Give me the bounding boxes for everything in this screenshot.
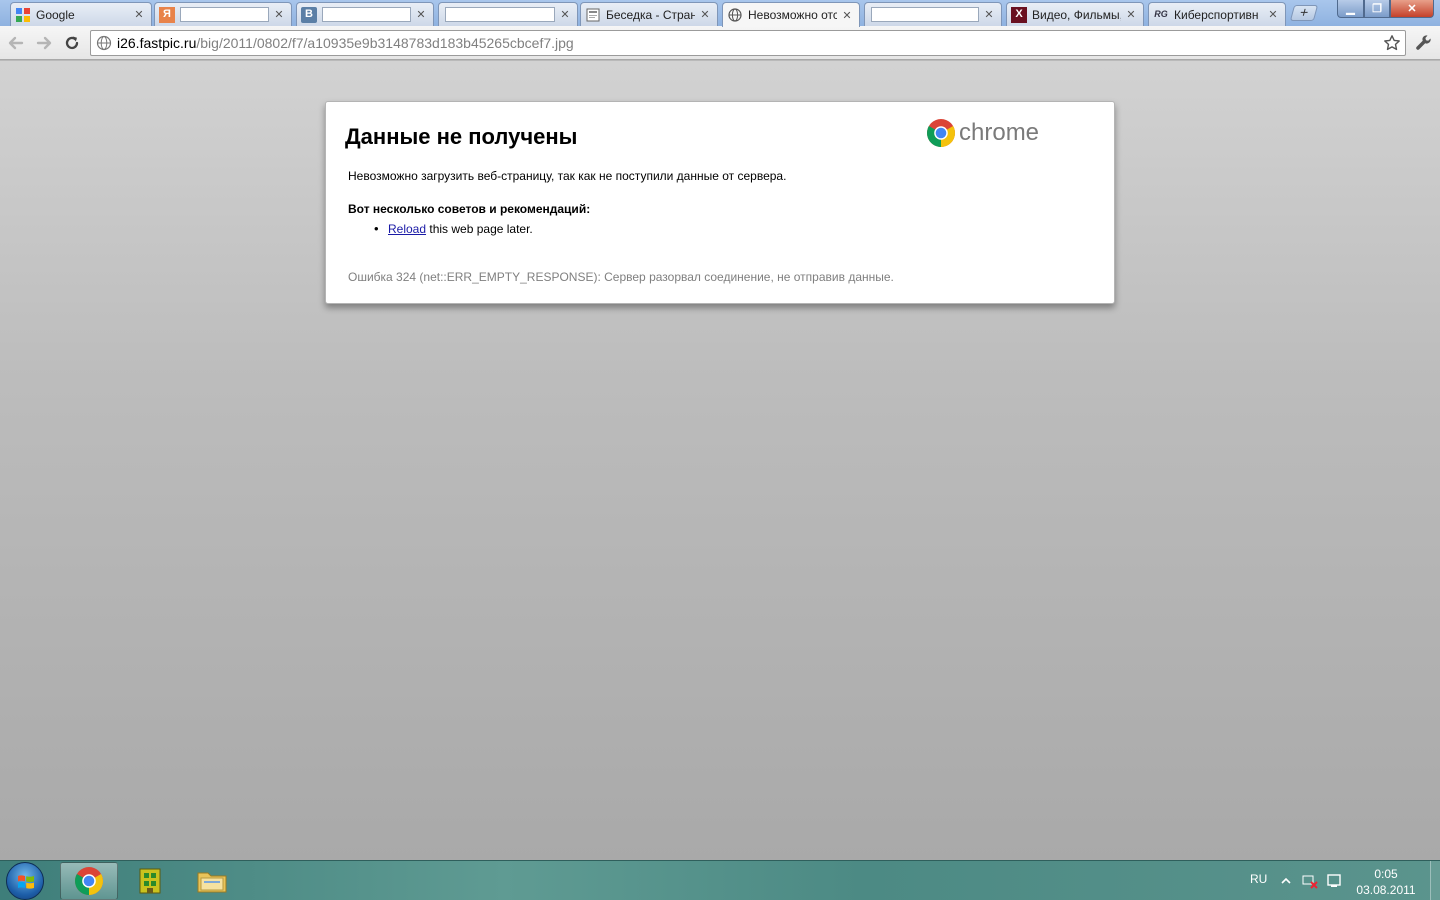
reload-link[interactable]: Reload	[388, 222, 426, 236]
folder-icon	[197, 872, 227, 893]
tab-video[interactable]: X Видео, Фильмы, ✕	[1006, 2, 1144, 26]
taskbar-app-button[interactable]	[121, 862, 179, 900]
yandex-favicon-icon: Я	[159, 6, 175, 23]
tab-close-icon[interactable]: ✕	[1267, 8, 1279, 21]
tips-heading: Вот несколько советов и рекомендаций:	[348, 202, 591, 216]
tab-close-icon[interactable]: ✕	[559, 8, 571, 21]
bookmark-star-icon[interactable]	[1383, 34, 1401, 52]
forward-arrow-icon	[36, 36, 52, 50]
vk-favicon-icon: B	[301, 6, 317, 23]
reload-button[interactable]	[60, 31, 84, 55]
tab-close-icon[interactable]: ✕	[1125, 8, 1137, 21]
window-controls: ▁ ❐ ✕	[1337, 0, 1434, 18]
taskbar-explorer-button[interactable]	[183, 862, 241, 900]
x-favicon-icon: X	[1011, 6, 1027, 23]
tab-yandex[interactable]: Я ✕	[154, 2, 292, 26]
globe-icon	[96, 35, 112, 51]
tab-title: Киберспортивн	[1174, 7, 1259, 22]
forward-button[interactable]	[32, 31, 56, 55]
redacted-tab-title	[322, 7, 411, 22]
error-description: Невозможно загрузить веб-страницу, так к…	[348, 169, 787, 183]
page-favicon-icon	[585, 7, 601, 23]
url-path: /big/2011/0802/f7/a10935e9b3148783d183b4…	[196, 35, 574, 51]
chrome-logo-icon	[927, 119, 955, 147]
tab-title: Невозможно отс	[748, 8, 837, 22]
back-arrow-icon	[8, 36, 24, 50]
google-favicon-icon	[15, 7, 31, 23]
tab-close-icon[interactable]: ✕	[133, 8, 145, 21]
minimize-button[interactable]: ▁	[1337, 0, 1364, 18]
tab-close-icon[interactable]: ✕	[983, 8, 995, 21]
error-code: Ошибка 324 (net::ERR_EMPTY_RESPONSE): Се…	[348, 270, 894, 284]
redacted-tab-title	[180, 7, 269, 22]
tab-close-icon[interactable]: ✕	[699, 8, 711, 21]
app-icon	[139, 868, 161, 894]
url-host: i26.fastpic.ru	[117, 35, 197, 51]
redacted-tab-title	[871, 7, 979, 22]
tab-vk[interactable]: B ✕	[296, 2, 434, 26]
action-center-icon[interactable]	[1326, 873, 1342, 889]
tips-list: Reload this web page later.	[348, 221, 533, 236]
tab-close-icon[interactable]: ✕	[273, 8, 285, 21]
chrome-wordmark: chrome	[959, 119, 1040, 146]
tab-cyber[interactable]: RG Киберспортивн ✕	[1148, 2, 1286, 26]
address-bar[interactable]: i26.fastpic.ru/big/2011/0802/f7/a10935e9…	[90, 30, 1406, 56]
tab-title: Беседка - Страни	[606, 7, 695, 22]
clock-date: 03.08.2011	[1356, 883, 1416, 897]
maximize-button[interactable]: ❐	[1364, 0, 1390, 18]
taskbar-chrome-button[interactable]	[60, 862, 118, 900]
url-text: i26.fastpic.ru/big/2011/0802/f7/a10935e9…	[117, 35, 574, 51]
tab-title: Google	[36, 7, 75, 22]
cyber-favicon-icon: RG	[1154, 9, 1168, 19]
tab-google[interactable]: Google ✕	[10, 2, 152, 26]
close-window-button[interactable]: ✕	[1390, 0, 1434, 18]
tip-item-reload: Reload this web page later.	[348, 221, 533, 236]
tip-text: this web page later.	[426, 222, 533, 236]
system-clock[interactable]: 0:05 03.08.2011	[1350, 866, 1422, 898]
tab-close-icon[interactable]: ✕	[841, 9, 853, 22]
clock-time: 0:05	[1374, 867, 1398, 881]
redacted-tab-title	[445, 7, 555, 22]
error-box: Данные не получены chrome Невозможно заг…	[325, 101, 1115, 304]
chrome-icon	[75, 867, 103, 895]
language-indicator[interactable]: RU	[1250, 872, 1267, 886]
globe-favicon-icon	[727, 7, 743, 23]
tab-redacted[interactable]: ✕	[864, 2, 1002, 26]
close-icon: ✕	[1407, 3, 1417, 15]
restore-icon: ❐	[1372, 3, 1382, 15]
tab-error-page[interactable]: Невозможно отс ✕	[722, 2, 860, 27]
network-error-icon[interactable]	[1302, 873, 1318, 889]
tray-expand-icon[interactable]	[1278, 873, 1294, 889]
error-heading: Данные не получены	[345, 124, 578, 149]
tab-close-icon[interactable]: ✕	[415, 8, 427, 21]
wrench-menu-icon[interactable]	[1414, 33, 1434, 53]
minimize-icon: ▁	[1346, 3, 1355, 15]
show-desktop-button[interactable]	[1430, 861, 1440, 900]
tab-title: Видео, Фильмы,	[1032, 7, 1121, 22]
page-content: Данные не получены chrome Невозможно заг…	[0, 61, 1440, 860]
tab-strip: Google ✕ Я ✕ B ✕ ✕ Беседка - Страни ✕ Не…	[0, 0, 1440, 27]
start-button[interactable]	[6, 862, 44, 900]
tab-beseda[interactable]: Беседка - Страни ✕	[580, 2, 718, 26]
tab-blank[interactable]: ✕	[438, 2, 578, 26]
windows-taskbar: RU 0:05 03.08.2011	[0, 860, 1440, 900]
browser-toolbar: i26.fastpic.ru/big/2011/0802/f7/a10935e9…	[0, 26, 1440, 60]
windows-flag-icon	[18, 875, 34, 889]
chrome-logo: chrome	[926, 118, 1039, 148]
new-tab-button[interactable]: +	[1289, 4, 1319, 21]
reload-icon	[65, 36, 79, 50]
back-button[interactable]	[4, 31, 28, 55]
